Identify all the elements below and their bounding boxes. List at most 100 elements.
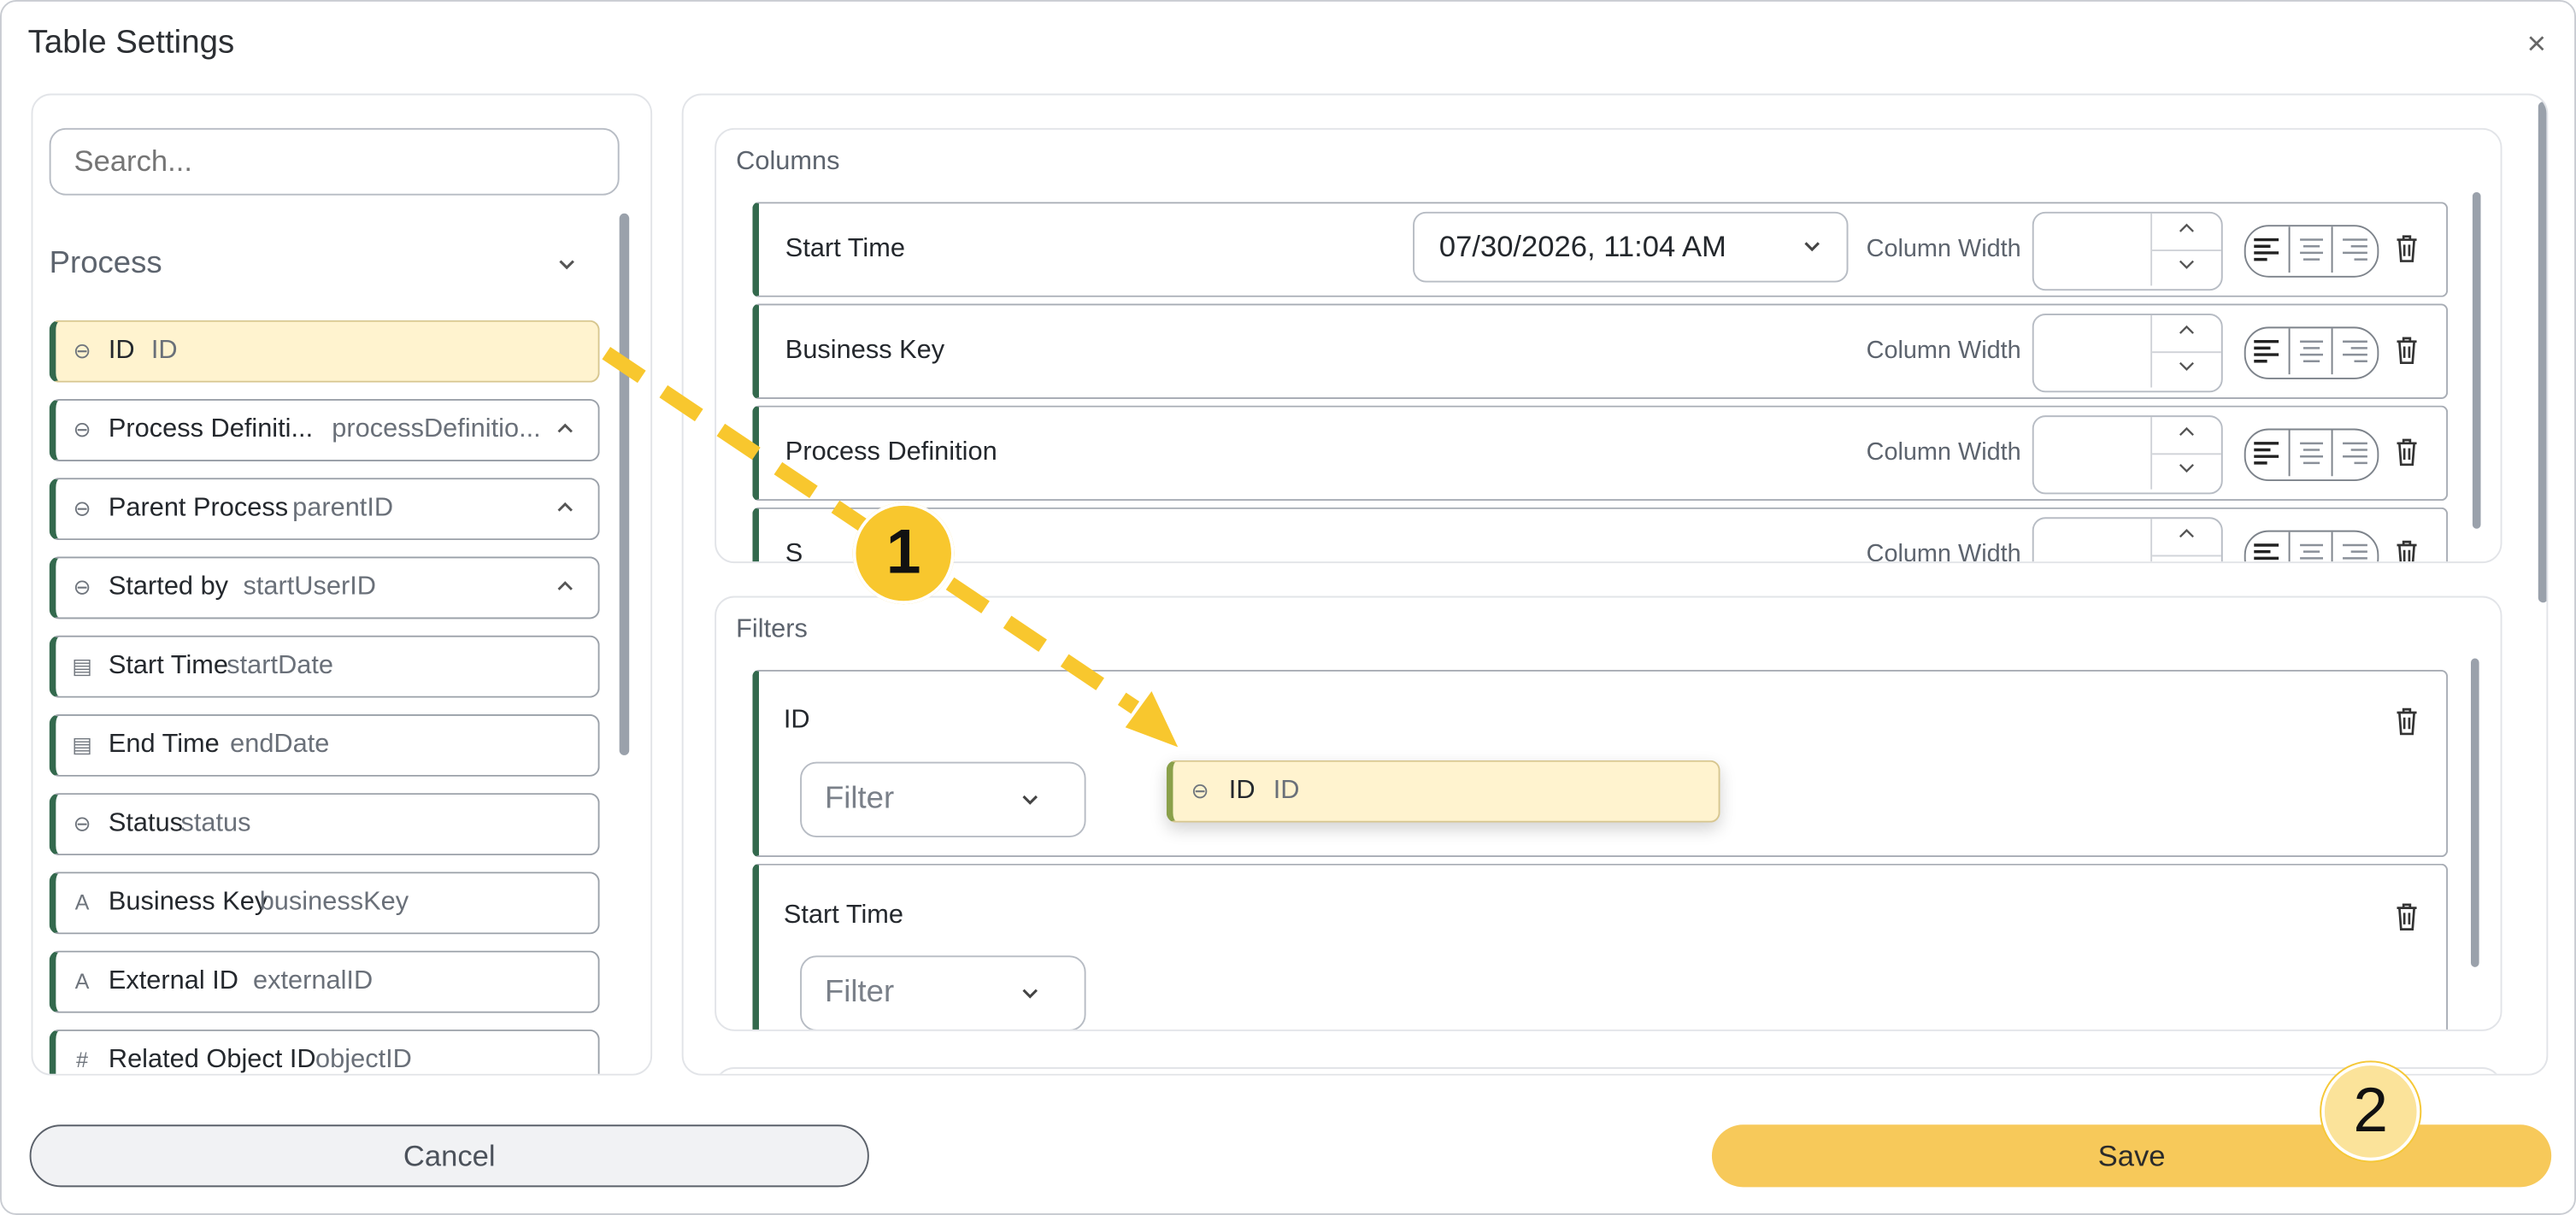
field-name: ID	[1228, 776, 1256, 805]
column-row[interactable]: Start Time 07/30/2026, 11:04 AM Column Wid…	[752, 202, 2449, 297]
stepper-down-button[interactable]	[2152, 555, 2221, 562]
trash-icon[interactable]	[2392, 900, 2422, 932]
stepper-buttons	[2150, 314, 2221, 388]
align-left-button[interactable]	[2246, 328, 2289, 374]
field-item[interactable]: ▤ Start Time startDate	[49, 635, 600, 698]
trash-icon[interactable]	[2392, 333, 2422, 366]
chevron-up-icon[interactable]	[556, 496, 575, 519]
chevron-down-icon[interactable]	[556, 253, 579, 276]
scrollbar[interactable]	[619, 213, 630, 755]
align-center-button[interactable]	[2288, 328, 2333, 375]
stepper-up-button[interactable]	[2152, 214, 2221, 252]
close-icon[interactable]: ×	[2520, 28, 2553, 61]
align-right-button[interactable]	[2331, 430, 2376, 477]
cancel-button[interactable]: Cancel	[29, 1124, 869, 1188]
stepper-down-button[interactable]	[2152, 351, 2221, 387]
align-right-button[interactable]	[2331, 226, 2376, 273]
field-item[interactable]: ⊖ Status status	[49, 793, 600, 856]
scrollbar[interactable]	[2470, 658, 2479, 967]
date-format-select[interactable]: 07/30/2026, 11:04 AM	[1413, 211, 1849, 283]
field-name: Business Key	[108, 888, 268, 917]
align-center-button[interactable]	[2288, 226, 2333, 273]
stepper-buttons	[2150, 213, 2221, 286]
field-key: startUserID	[243, 572, 377, 602]
field-item[interactable]: ⊖ ID ID	[49, 320, 600, 383]
filter-name: Start Time	[783, 901, 904, 930]
field-item[interactable]: ⊖ Started by startUserID	[49, 556, 600, 619]
field-item[interactable]: ▤ End Time endDate	[49, 713, 600, 777]
filter-select[interactable]: Filter	[800, 761, 1086, 838]
trash-icon[interactable]	[2392, 435, 2422, 467]
field-item[interactable]: A External ID externalID	[49, 950, 600, 1013]
link-icon: ⊖	[1191, 778, 1209, 803]
stepper-down-button[interactable]	[2152, 453, 2221, 489]
align-left-button[interactable]	[2246, 430, 2289, 476]
field-key: externalID	[253, 966, 373, 995]
scrollbar[interactable]	[2472, 191, 2481, 529]
table-settings-dialog: Table Settings × Process ⊖ ID ID ⊖ Process D…	[0, 0, 2576, 1215]
align-right-button[interactable]	[2331, 531, 2376, 562]
align-right-button[interactable]	[2331, 328, 2376, 375]
group-header[interactable]: Process	[50, 246, 575, 285]
chevron-up-icon[interactable]	[556, 417, 575, 440]
column-width-stepper[interactable]	[2032, 314, 2223, 393]
hash-icon: #	[76, 1047, 89, 1072]
chevron-down-icon	[1804, 242, 1820, 252]
align-left-button[interactable]	[2246, 532, 2289, 562]
chevron-up-icon[interactable]	[556, 575, 575, 598]
search-input[interactable]	[49, 127, 620, 196]
field-key: ID	[150, 336, 178, 365]
column-width-label: Column Width	[1866, 336, 2021, 365]
trash-icon[interactable]	[2392, 537, 2422, 563]
scrollbar[interactable]	[2538, 102, 2547, 603]
field-key: endDate	[230, 731, 330, 759]
column-width-stepper[interactable]	[2032, 415, 2223, 495]
field-item[interactable]: ⊖ Process Definiti... processDefinitio...	[49, 398, 600, 461]
column-row[interactable]: Business Key Column Width	[752, 303, 2449, 399]
trash-icon[interactable]	[2392, 704, 2422, 737]
column-row[interactable]: Process Definition Column Width	[752, 405, 2449, 502]
field-item[interactable]: # Related Object ID objectID	[49, 1029, 600, 1074]
text-icon: A	[74, 889, 90, 915]
stepper-up-button[interactable]	[2152, 417, 2221, 455]
column-row[interactable]: S Column Width	[752, 507, 2449, 564]
step-badge-1: 1	[852, 502, 955, 605]
stepper-up-button[interactable]	[2152, 315, 2221, 354]
align-center-button[interactable]	[2288, 531, 2333, 562]
filter-row: Start Time Filter	[752, 863, 2449, 1030]
align-left-icon	[2254, 543, 2279, 561]
drag-preview-field[interactable]: ⊖ ID ID	[1166, 760, 1720, 823]
column-name: Start Time	[785, 234, 905, 263]
stepper-up-button[interactable]	[2152, 519, 2221, 557]
stepper-buttons	[2150, 519, 2221, 562]
align-center-button[interactable]	[2288, 430, 2333, 477]
chevron-up-icon	[2179, 529, 2194, 538]
field-name: Process Definiti...	[108, 415, 314, 443]
link-icon: ⊖	[73, 496, 91, 521]
column-width-label: Column Width	[1866, 540, 2021, 564]
trash-icon[interactable]	[2392, 232, 2422, 264]
columns-section: Columns Start Time 07/30/2026, 11:04 AM Co…	[715, 127, 2502, 564]
field-key: businessKey	[259, 888, 409, 917]
section-title: Filters	[736, 615, 808, 644]
save-button[interactable]: Save	[1711, 1124, 2552, 1188]
field-item[interactable]: A Business Key businessKey	[49, 872, 600, 935]
filter-select[interactable]: Filter	[800, 955, 1086, 1030]
filter-placeholder: Filter	[824, 975, 895, 1010]
align-right-icon	[2343, 238, 2367, 261]
chevron-down-icon	[2179, 463, 2194, 473]
field-name: External ID	[108, 966, 238, 995]
column-name: Process Definition	[785, 438, 997, 467]
field-item[interactable]: ⊖ Parent Process parentID	[49, 478, 600, 541]
align-center-icon	[2300, 340, 2323, 363]
step-badge-2: 2	[2320, 1060, 2422, 1163]
field-name: Parent Process	[108, 494, 289, 523]
alignment-toggle	[2244, 428, 2379, 482]
column-width-stepper[interactable]	[2032, 211, 2223, 291]
field-key: ID	[1273, 776, 1300, 805]
stepper-down-button[interactable]	[2152, 249, 2221, 285]
field-name: ID	[108, 336, 135, 365]
column-width-stepper[interactable]	[2032, 517, 2223, 562]
field-name: Started by	[108, 572, 229, 602]
align-left-button[interactable]	[2246, 226, 2289, 273]
